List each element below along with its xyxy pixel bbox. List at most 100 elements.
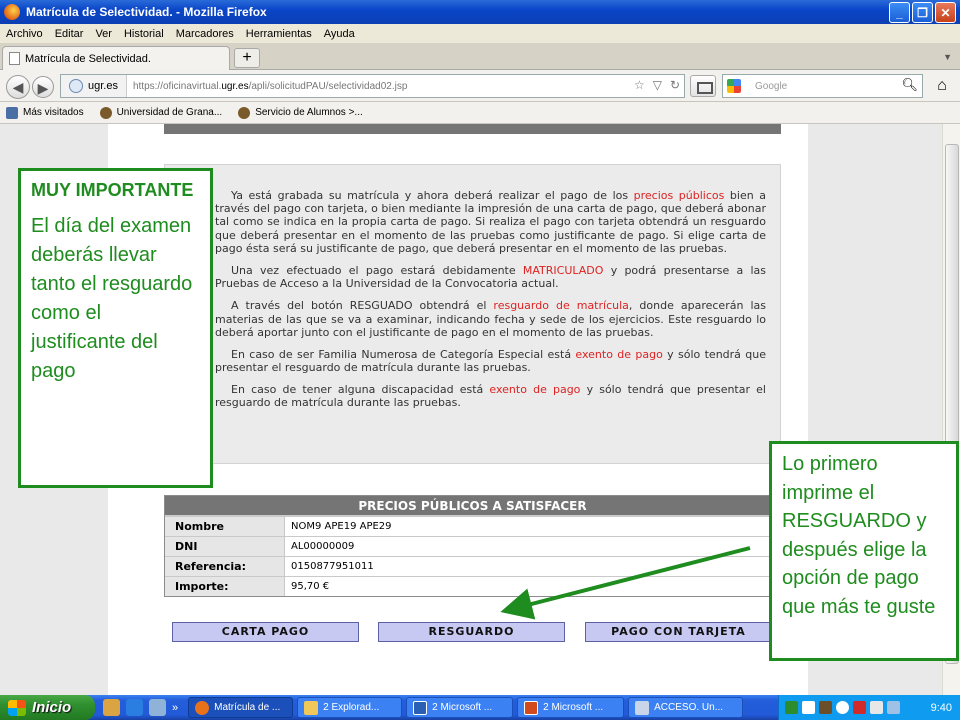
menu-ayuda[interactable]: Ayuda [318,28,361,40]
folder-task-icon [304,700,319,715]
bookmark-star-icon[interactable]: ☆ [634,78,645,92]
p5-text: En caso de tener alguna discapacidad est… [231,383,490,397]
row-value: AL00000009 [291,541,355,552]
back-button[interactable]: ◀ [6,75,30,99]
bookmarks-folder-icon [6,106,18,119]
menu-ver[interactable]: Ver [89,28,118,40]
menu-historial[interactable]: Historial [118,28,170,40]
navigation-bar: ◀ ▶ ugr.es https://oficinavirtual.ugr.es… [0,70,960,102]
instruction-note-box: Lo primero imprime el RESGUARDO y despué… [769,441,959,661]
quick-launch [103,699,166,716]
instruction-note-text: Lo primero imprime el RESGUARDO y despué… [782,453,936,618]
resguardo-button[interactable]: RESGUARDO [378,622,565,642]
forward-button[interactable]: ▶ [32,76,54,98]
table-row: Nombre NOM9 APE19 APE29 [165,516,780,536]
bookmark-label: Universidad de Grana... [116,107,223,118]
task-firefox[interactable]: Matrícula de ... [188,697,294,718]
task-label: 2 Explorad... [323,702,380,713]
page-icon [9,52,20,65]
header-strip [164,124,781,134]
tab-list-icon[interactable]: ▼ [943,52,952,62]
row-label: Importe: [165,577,285,596]
menu-archivo[interactable]: Archivo [0,28,49,40]
menu-herramientas[interactable]: Herramientas [240,28,318,40]
university-seal-icon [238,106,251,119]
search-placeholder: Google [755,80,788,92]
task-acceso[interactable]: ACCESO. Un... [628,697,744,718]
close-button[interactable]: ✕ [935,2,956,23]
print-button[interactable] [690,75,716,97]
site-identity-button[interactable]: ugr.es [61,75,127,97]
start-button[interactable]: Inicio [0,695,95,720]
p3-text: A través del botón RESGUADO obtendrá el [231,299,494,313]
quick-launch-expand-icon[interactable]: » [172,702,178,714]
menu-bar: Archivo Editar Ver Historial Marcadores … [0,24,960,43]
reload-icon[interactable]: ↻ [670,78,680,92]
url-domain: ugr.es [221,80,249,92]
url-prefix: https://oficinavirtual. [132,80,222,92]
exento-pago-link[interactable]: exento de pago [489,383,580,396]
task-label: Matrícula de ... [214,702,281,713]
maximize-button[interactable]: ❐ [912,2,933,23]
desktop-quicklaunch-icon[interactable] [149,699,166,716]
explorer-quicklaunch-icon[interactable] [103,699,120,716]
tray-volume-icon[interactable] [870,701,883,714]
tray-app-icon[interactable] [785,701,798,714]
window-controls: _ ❐ ✕ [889,2,956,23]
menu-marcadores[interactable]: Marcadores [170,28,240,40]
menu-editar[interactable]: Editar [49,28,90,40]
tray-alert-icon[interactable] [853,701,866,714]
page-body: Ya está grabada su matrícula y ahora deb… [108,124,808,695]
important-note-body: El día del examen deberás llevar tanto e… [31,214,193,382]
tray-network-icon[interactable] [802,701,815,714]
window-titlebar: Matrícula de Selectividad. - Mozilla Fir… [0,0,960,24]
bookmark-universidad[interactable]: Universidad de Grana... [99,106,223,119]
prices-table-title: PRECIOS PÚBLICOS A SATISFACER [165,496,780,516]
task-powerpoint[interactable]: 2 Microsoft ... [517,697,625,718]
system-tray: 9:40 [778,695,960,720]
word-task-icon [413,700,428,715]
firefox-icon [4,4,20,20]
dropdown-icon[interactable]: ▽ [653,78,662,92]
bookmark-servicio-alumnos[interactable]: Servicio de Alumnos >... [238,106,363,119]
resguardo-matricula-link[interactable]: resguardo de matrícula [493,299,628,312]
search-bar[interactable]: Google 🔍︎ [722,74,923,98]
p1-text: Ya está grabada su matrícula y ahora deb… [231,189,634,202]
url-bar[interactable]: ugr.es https://oficinavirtual.ugr.es/apl… [60,74,685,98]
prices-table: PRECIOS PÚBLICOS A SATISFACER Nombre NOM… [164,495,781,597]
university-seal-icon [99,106,112,119]
ie-quicklaunch-icon[interactable] [126,699,143,716]
bookmark-label: Servicio de Alumnos >... [255,107,363,118]
table-row: DNI AL00000009 [165,536,780,556]
google-icon[interactable] [727,79,741,93]
tab-matricula[interactable]: Matrícula de Selectividad. [2,46,230,70]
window-title: Matrícula de Selectividad. - Mozilla Fir… [26,5,267,19]
minimize-button[interactable]: _ [889,2,910,23]
task-word[interactable]: 2 Microsoft ... [406,697,514,718]
carta-pago-button[interactable]: CARTA PAGO [172,622,359,642]
info-box: Ya está grabada su matrícula y ahora deb… [164,164,781,464]
url-path: /apli/solicitudPAU/selectividad02.jsp [248,80,408,92]
powerpoint-task-icon [524,700,539,715]
new-tab-button[interactable]: + [234,48,260,68]
tray-panda-icon[interactable] [836,701,849,714]
row-label: Nombre [165,517,285,536]
home-button[interactable]: ⌂ [930,75,954,97]
tray-security-icon[interactable] [887,701,900,714]
site-identity-label: ugr.es [88,80,118,92]
url-tools: ☆ ▽ ↻ [634,78,680,92]
firefox-task-icon [195,700,210,715]
precios-publicos-link[interactable]: precios públicos [634,189,725,202]
tray-printer-icon[interactable] [819,701,832,714]
exento-pago-link[interactable]: exento de pago [575,348,662,361]
row-label: Referencia: [165,557,285,576]
search-icon[interactable]: 🔍︎ [901,77,918,93]
task-label: 2 Microsoft ... [432,702,493,713]
windows-logo-icon [8,699,26,716]
bookmark-mas-visitados[interactable]: Más visitados [6,106,84,119]
task-explorer[interactable]: 2 Explorad... [297,697,403,718]
info-paragraph-2: Una vez efectuado el pago estará debidam… [215,264,766,290]
row-value: 0150877951011 [291,561,374,572]
pago-tarjeta-button[interactable]: PAGO CON TARJETA [585,622,772,642]
matriculado-highlight: MATRICULADO [522,263,604,277]
